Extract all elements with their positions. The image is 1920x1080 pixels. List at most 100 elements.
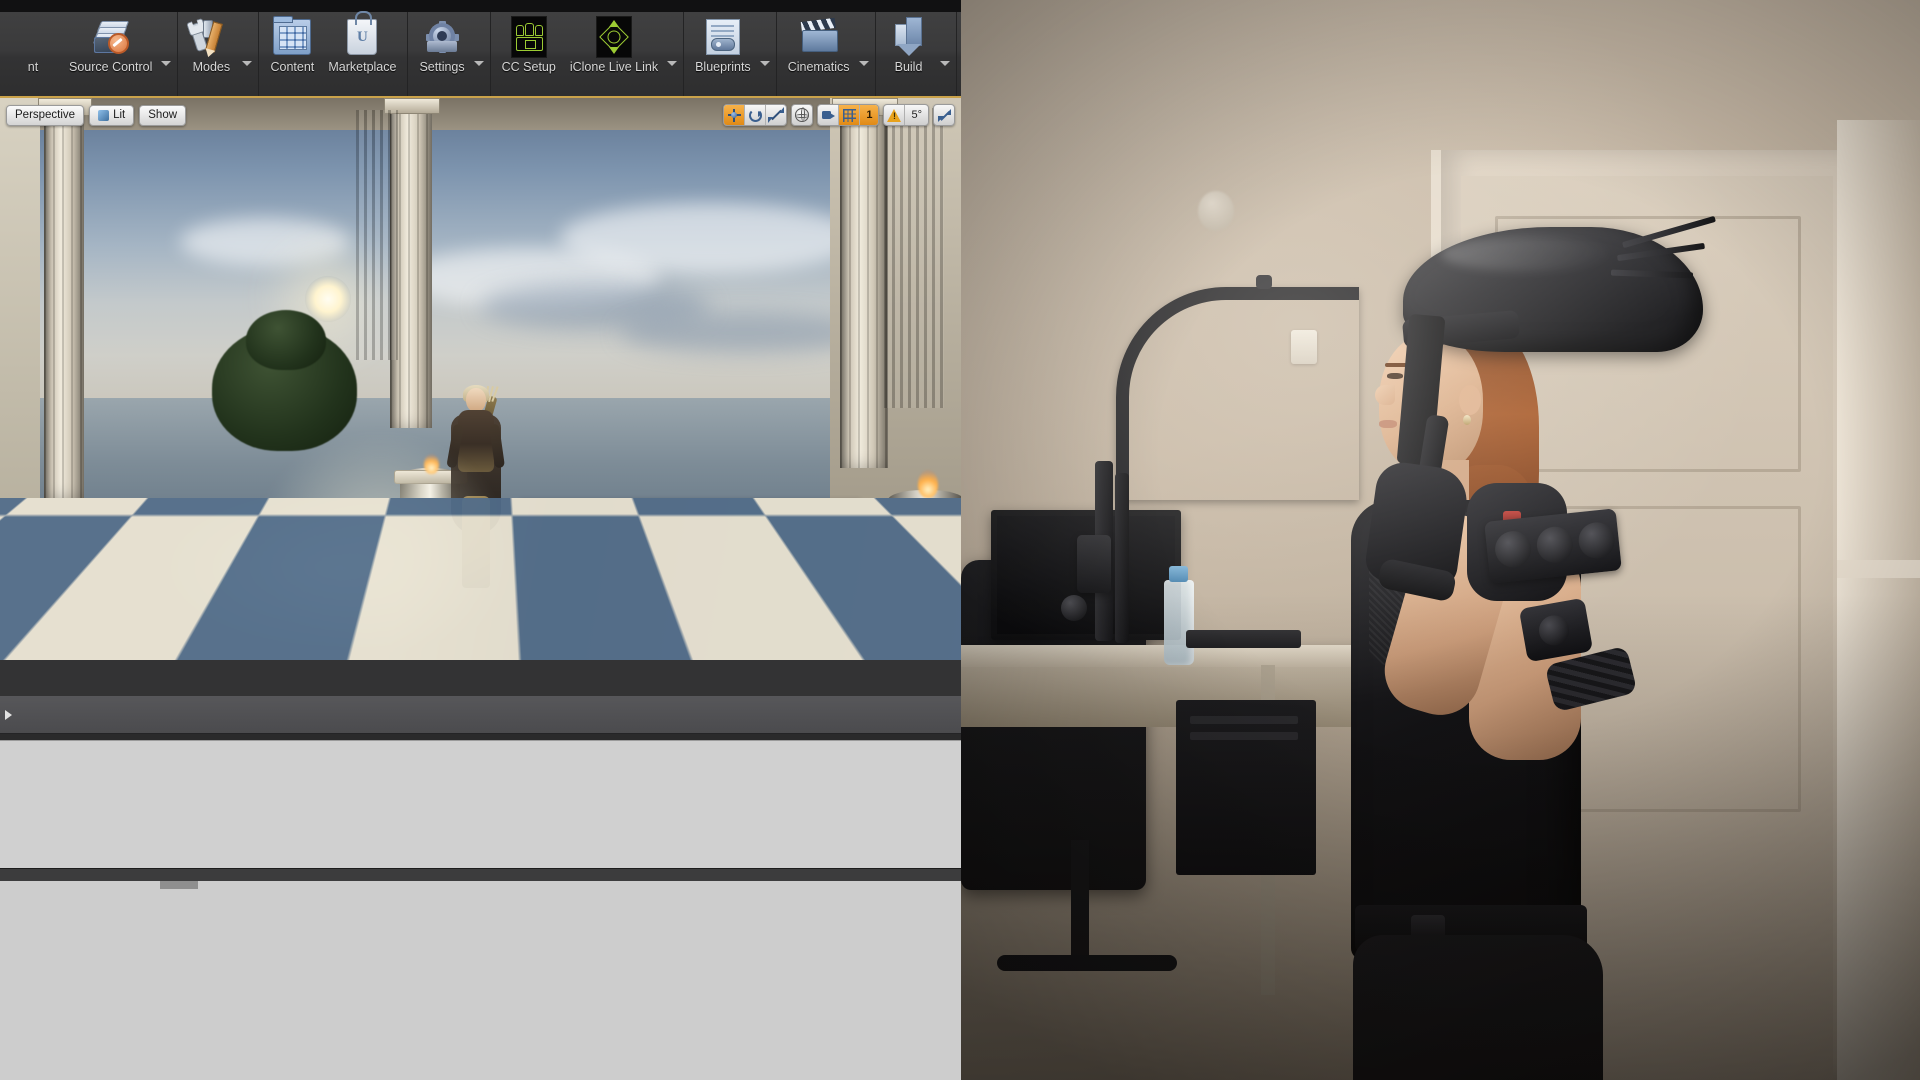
toolbar-label-blueprints: Blueprints bbox=[695, 60, 751, 74]
lit-cube-icon bbox=[98, 110, 109, 121]
live-video-pane bbox=[961, 0, 1920, 1080]
toolbar-label-marketplace: Marketplace bbox=[328, 60, 396, 74]
coordinate-space-group bbox=[791, 104, 813, 126]
toolbar-item-cinematics[interactable]: Cinematics bbox=[781, 12, 857, 96]
source-control-icon bbox=[90, 16, 132, 58]
toolbar-item-source-control[interactable]: Source Control bbox=[62, 12, 159, 96]
viewport-toolbar: Perspective Lit Show bbox=[0, 102, 961, 128]
viewport-left-controls: Perspective Lit Show bbox=[6, 105, 186, 126]
video-frame bbox=[961, 0, 1920, 1080]
sun-bloom bbox=[250, 428, 510, 658]
surface-snap-icon bbox=[822, 109, 835, 121]
unreal-editor-pane: nt Source Control bbox=[0, 0, 961, 1080]
toolbar-item-settings[interactable]: Settings bbox=[412, 12, 471, 96]
build-dropdown-arrow[interactable] bbox=[938, 61, 952, 96]
rotation-snap-group: 5° bbox=[883, 104, 929, 126]
lower-content-panel[interactable] bbox=[0, 740, 961, 869]
move-gizmo-icon bbox=[728, 109, 741, 122]
toolbar-group-source-control: nt Source Control bbox=[0, 12, 178, 96]
toolbar-group-modes: Modes bbox=[178, 12, 259, 96]
build-icon bbox=[888, 16, 930, 58]
cc-setup-characters-icon bbox=[508, 16, 550, 58]
rotation-snap-toggle[interactable] bbox=[884, 105, 905, 125]
toolbar-label-settings: Settings bbox=[419, 60, 464, 74]
settings-dropdown-arrow[interactable] bbox=[472, 61, 486, 96]
toolbar-item-content[interactable]: Content bbox=[263, 12, 321, 96]
left-wall bbox=[0, 98, 40, 538]
bottom-panel[interactable] bbox=[0, 881, 961, 1080]
toolbar-partial-item[interactable]: nt bbox=[4, 12, 62, 96]
maximize-group bbox=[933, 104, 955, 126]
partial-icon bbox=[12, 16, 54, 58]
grid-snap-icon bbox=[843, 109, 856, 122]
toolbar-group-blueprints: Blueprints bbox=[683, 12, 777, 96]
urn-flame bbox=[918, 470, 938, 498]
toolbar-item-cc-setup[interactable]: CC Setup bbox=[495, 12, 563, 96]
bottom-panel-segment bbox=[160, 881, 198, 889]
modes-wrench-pencil-icon bbox=[190, 16, 232, 58]
cinematics-clapperboard-icon bbox=[798, 16, 840, 58]
sun bbox=[305, 276, 351, 322]
rotation-snap-value[interactable]: 5° bbox=[905, 105, 928, 125]
grid-snap-value[interactable]: 1 bbox=[860, 105, 878, 125]
cloud bbox=[180, 218, 350, 266]
drapery bbox=[884, 108, 944, 408]
marketplace-bag-icon: U bbox=[341, 16, 383, 58]
settings-gear-icon bbox=[421, 16, 463, 58]
triangle-right-icon[interactable] bbox=[5, 710, 12, 720]
drapery bbox=[356, 110, 398, 360]
column bbox=[840, 98, 888, 468]
toolbar-item-modes[interactable]: Modes bbox=[182, 12, 240, 96]
world-globe-icon bbox=[795, 108, 809, 122]
maximize-viewport[interactable] bbox=[934, 105, 954, 125]
warning-triangle-icon bbox=[887, 109, 902, 122]
main-toolbar: nt Source Control bbox=[0, 12, 961, 97]
scale-gizmo[interactable] bbox=[766, 105, 786, 125]
transform-gizmo-group bbox=[723, 104, 787, 126]
show-flags-menu[interactable]: Show bbox=[139, 105, 186, 126]
app-root: nt Source Control bbox=[0, 0, 1920, 1080]
toolbar-partial-label: nt bbox=[28, 60, 38, 74]
iclone-live-link-dropdown-arrow[interactable] bbox=[665, 61, 679, 96]
blueprints-icon bbox=[702, 16, 744, 58]
source-control-dropdown-arrow[interactable] bbox=[159, 61, 173, 96]
view-mode-lit[interactable]: Lit bbox=[89, 105, 134, 126]
toolbar-label-cc-setup: CC Setup bbox=[502, 60, 556, 74]
coordinate-space-toggle[interactable] bbox=[792, 105, 812, 125]
editor-title-bar bbox=[0, 0, 961, 12]
room-shading bbox=[961, 0, 1920, 1080]
toolbar-label-modes: Modes bbox=[193, 60, 231, 74]
viewport-render bbox=[0, 98, 961, 660]
toolbar-group-plugins: CC Setup iClone Live Link bbox=[491, 12, 683, 96]
sequencer-toolbar-strip[interactable] bbox=[0, 660, 961, 697]
grid-snap-toggle[interactable] bbox=[839, 105, 860, 125]
column bbox=[44, 98, 84, 498]
show-flags-label: Show bbox=[148, 109, 177, 121]
rotate-gizmo-icon bbox=[749, 109, 762, 122]
blueprints-dropdown-arrow[interactable] bbox=[758, 61, 772, 96]
surface-snap-toggle[interactable] bbox=[818, 105, 839, 125]
viewport-right-controls: 1 5° bbox=[723, 104, 955, 126]
topiary-bush bbox=[246, 310, 326, 370]
toolbar-label-source-control: Source Control bbox=[69, 60, 152, 74]
toolbar-item-build[interactable]: Build bbox=[880, 12, 938, 96]
modes-dropdown-arrow[interactable] bbox=[240, 61, 254, 96]
view-mode-lit-label: Lit bbox=[113, 109, 125, 121]
toolbar-label-cinematics: Cinematics bbox=[788, 60, 850, 74]
toolbar-group-content: Content U Marketplace bbox=[259, 12, 408, 96]
cinematics-dropdown-arrow[interactable] bbox=[857, 61, 871, 96]
character-head bbox=[466, 388, 486, 412]
translate-gizmo[interactable] bbox=[724, 105, 745, 125]
toolbar-item-blueprints[interactable]: Blueprints bbox=[688, 12, 758, 96]
content-browser-icon bbox=[271, 16, 313, 58]
toolbar-item-marketplace[interactable]: U Marketplace bbox=[321, 12, 403, 96]
view-mode-perspective[interactable]: Perspective bbox=[6, 105, 84, 126]
toolbar-item-iclone-live-link[interactable]: iClone Live Link bbox=[563, 12, 665, 96]
snap-group: 1 bbox=[817, 104, 879, 126]
toolbar-label-iclone-live-link: iClone Live Link bbox=[570, 60, 658, 74]
toolbar-group-cinematics: Cinematics bbox=[777, 12, 876, 96]
iclone-live-link-icon bbox=[593, 16, 635, 58]
level-viewport[interactable]: Perspective Lit Show bbox=[0, 96, 961, 662]
rotate-gizmo[interactable] bbox=[745, 105, 766, 125]
sequencer-track-row[interactable] bbox=[0, 696, 961, 734]
